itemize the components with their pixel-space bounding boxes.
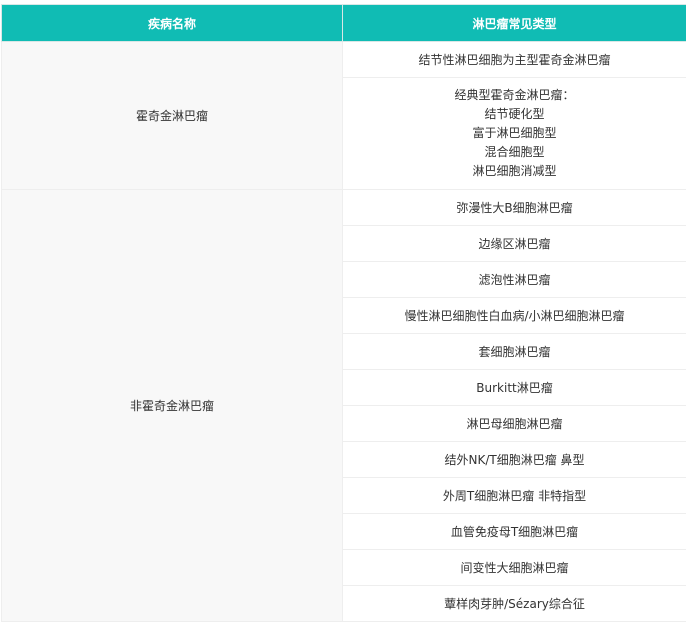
header-common-types: 淋巴瘤常见类型	[343, 5, 686, 42]
lymphoma-type-cell: 弥漫性大B细胞淋巴瘤	[343, 190, 686, 226]
lymphoma-type-text: 结节硬化型	[349, 105, 680, 124]
lymphoma-type-text: 淋巴细胞消减型	[349, 162, 680, 181]
lymphoma-type-text: 慢性淋巴细胞性白血病/小淋巴细胞淋巴瘤	[349, 307, 680, 324]
lymphoma-type-text: 外周T细胞淋巴瘤 非特指型	[349, 487, 680, 504]
lymphoma-type-cell: 经典型霍奇金淋巴瘤：结节硬化型富于淋巴细胞型混合细胞型淋巴细胞消减型	[343, 78, 686, 190]
lymphoma-type-cell: Burkitt淋巴瘤	[343, 370, 686, 406]
lymphoma-type-cell: 结节性淋巴细胞为主型霍奇金淋巴瘤	[343, 42, 686, 78]
lymphoma-type-text: 滤泡性淋巴瘤	[349, 271, 680, 288]
lymphoma-type-cell: 外周T细胞淋巴瘤 非特指型	[343, 478, 686, 514]
disease-name-cell: 非霍奇金淋巴瘤	[2, 190, 343, 622]
lymphoma-type-text: 边缘区淋巴瘤	[349, 235, 680, 252]
lymphoma-type-cell: 结外NK/T细胞淋巴瘤 鼻型	[343, 442, 686, 478]
lymphoma-type-cell: 套细胞淋巴瘤	[343, 334, 686, 370]
lymphoma-type-text: 经典型霍奇金淋巴瘤：	[349, 86, 680, 105]
table-header-row: 疾病名称 淋巴瘤常见类型	[2, 5, 686, 42]
lymphoma-type-cell: 淋巴母细胞淋巴瘤	[343, 406, 686, 442]
lymphoma-type-cell: 血管免疫母T细胞淋巴瘤	[343, 514, 686, 550]
lymphoma-type-text: 淋巴母细胞淋巴瘤	[349, 415, 680, 432]
lymphoma-type-text: 套细胞淋巴瘤	[349, 343, 680, 360]
lymphoma-type-cell: 滤泡性淋巴瘤	[343, 262, 686, 298]
lymphoma-type-text: 蕈样肉芽肿/Sézary综合征	[349, 595, 680, 612]
table-body: 霍奇金淋巴瘤结节性淋巴细胞为主型霍奇金淋巴瘤经典型霍奇金淋巴瘤：结节硬化型富于淋…	[2, 42, 686, 622]
lymphoma-type-text: 间变性大细胞淋巴瘤	[349, 559, 680, 576]
table-row: 非霍奇金淋巴瘤弥漫性大B细胞淋巴瘤	[2, 190, 686, 226]
lymphoma-type-cell: 间变性大细胞淋巴瘤	[343, 550, 686, 586]
disease-name-cell: 霍奇金淋巴瘤	[2, 42, 343, 190]
lymphoma-type-text: 弥漫性大B细胞淋巴瘤	[349, 199, 680, 216]
lymphoma-type-text: 血管免疫母T细胞淋巴瘤	[349, 523, 680, 540]
table-row: 霍奇金淋巴瘤结节性淋巴细胞为主型霍奇金淋巴瘤	[2, 42, 686, 78]
header-disease-name: 疾病名称	[2, 5, 343, 42]
lymphoma-type-text: 富于淋巴细胞型	[349, 124, 680, 143]
lymphoma-type-cell: 边缘区淋巴瘤	[343, 226, 686, 262]
lymphoma-types-table: 疾病名称 淋巴瘤常见类型 霍奇金淋巴瘤结节性淋巴细胞为主型霍奇金淋巴瘤经典型霍奇…	[1, 4, 686, 622]
lymphoma-type-text: 混合细胞型	[349, 143, 680, 162]
lymphoma-type-text: 结外NK/T细胞淋巴瘤 鼻型	[349, 451, 680, 468]
lymphoma-type-text: 结节性淋巴细胞为主型霍奇金淋巴瘤	[349, 51, 680, 68]
lymphoma-type-text: Burkitt淋巴瘤	[349, 379, 680, 396]
lymphoma-type-cell: 蕈样肉芽肿/Sézary综合征	[343, 586, 686, 622]
lymphoma-type-cell: 慢性淋巴细胞性白血病/小淋巴细胞淋巴瘤	[343, 298, 686, 334]
